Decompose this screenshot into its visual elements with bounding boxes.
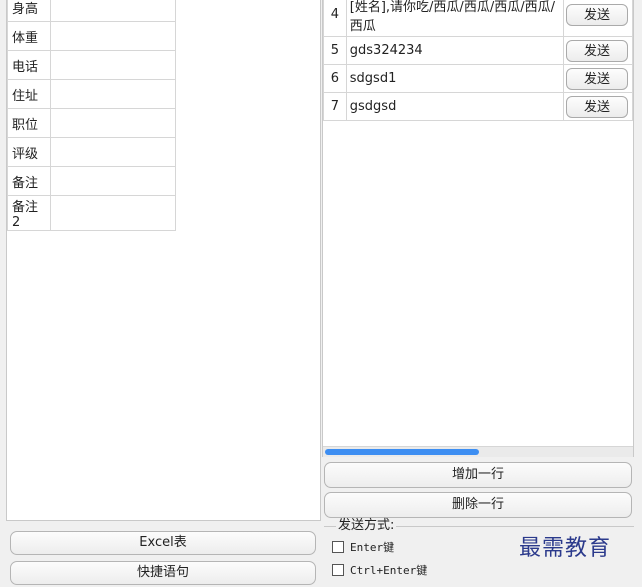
message-text[interactable]: [姓名],请你吃/西瓜/西瓜/西瓜/西瓜/西瓜 [345,0,565,37]
field-row: 体重 [7,21,176,51]
info-fields-panel: 身高 体重 电话 住址 职位 评级 备注 备注2 [6,0,321,521]
send-button[interactable]: 发送 [566,67,629,90]
field-row: 职位 [7,108,176,138]
field-row: 住址 [7,79,176,109]
enter-option-label: Enter键 [350,541,395,554]
message-text[interactable]: gds324234 [345,36,565,65]
row-number: 5 [323,36,347,65]
message-text[interactable]: sdgsd1 [345,64,565,93]
field-label: 备注2 [7,195,51,231]
ctrl-enter-option-label: Ctrl+Enter键 [350,564,428,577]
delete-row-button[interactable]: 删除一行 [324,492,632,518]
table-row: 6 sdgsd1 发送 [323,64,633,93]
watermark-logo: 最需教育 [519,536,612,561]
table-row: 4 [姓名],请你吃/西瓜/西瓜/西瓜/西瓜/西瓜 发送 [323,0,633,37]
field-label: 职位 [7,108,51,138]
send-button[interactable]: 发送 [566,95,629,118]
send-mode-title: 发送方式: [336,518,397,533]
enter-checkbox[interactable] [332,541,344,553]
send-button[interactable]: 发送 [566,39,629,62]
ctrl-enter-option[interactable]: Ctrl+Enter键 [332,562,427,578]
ctrl-enter-checkbox[interactable] [332,564,344,576]
row-number: 6 [323,64,347,93]
row-number: 7 [323,92,347,121]
field-value-cell[interactable] [50,195,176,231]
excel-button[interactable]: Excel表 [10,531,316,555]
quick-message-table: 4 [姓名],请你吃/西瓜/西瓜/西瓜/西瓜/西瓜 发送 5 gds324234… [323,0,633,121]
info-fields-table: 身高 体重 电话 住址 职位 评级 备注 备注2 [7,0,176,231]
table-row: 7 gsdgsd 发送 [323,92,633,121]
row-number: 4 [323,0,347,37]
field-label: 住址 [7,79,51,109]
field-label: 电话 [7,50,51,80]
field-row: 身高 [7,0,176,22]
table-row: 5 gds324234 发送 [323,36,633,65]
field-label: 评级 [7,137,51,167]
add-row-button[interactable]: 增加一行 [324,462,632,488]
field-label: 备注 [7,166,51,196]
field-label: 身高 [7,0,51,22]
message-text[interactable]: gsdgsd [345,92,565,121]
field-row: 电话 [7,50,176,80]
quick-phrases-button[interactable]: 快捷语句 [10,561,316,585]
field-label: 体重 [7,21,51,51]
quick-message-panel: 4 [姓名],请你吃/西瓜/西瓜/西瓜/西瓜/西瓜 发送 5 gds324234… [322,0,634,457]
field-row: 评级 [7,137,176,167]
scrollbar-thumb[interactable] [325,449,479,455]
field-row: 备注2 [7,195,176,231]
field-row: 备注 [7,166,176,196]
horizontal-scrollbar[interactable] [323,446,633,457]
field-value-cell[interactable] [50,166,176,196]
field-value-cell[interactable] [50,108,176,138]
enter-option[interactable]: Enter键 [332,539,394,555]
send-button[interactable]: 发送 [566,3,629,26]
field-value-cell[interactable] [50,50,176,80]
field-value-cell[interactable] [50,79,176,109]
field-value-cell[interactable] [50,137,176,167]
field-value-cell[interactable] [50,21,176,51]
field-value-cell[interactable] [50,0,176,22]
